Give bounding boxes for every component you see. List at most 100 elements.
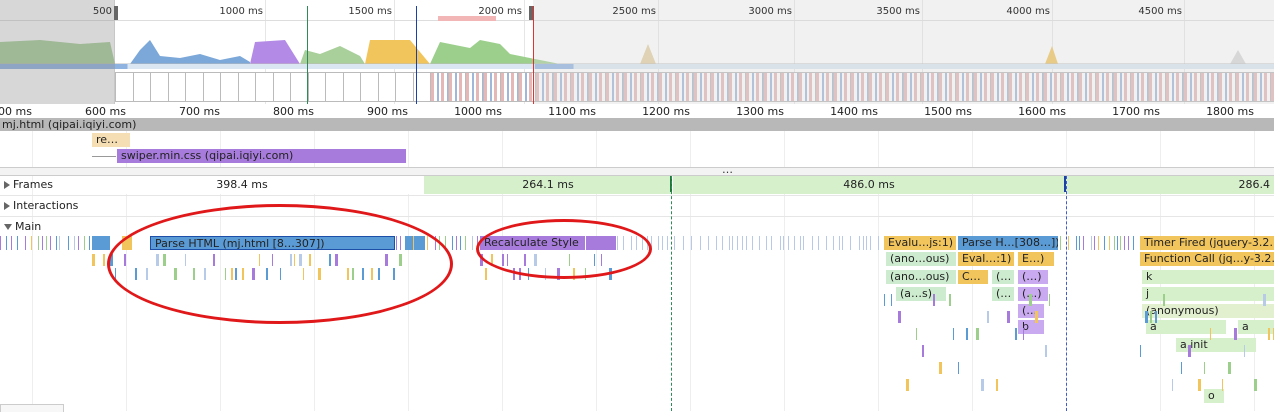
screenshot-thumbnail[interactable] (308, 72, 327, 102)
timer-fired-block[interactable]: Timer Fired (jquery-3.2… (1140, 236, 1274, 250)
screenshot-thumbnail[interactable] (343, 72, 362, 102)
ruler-tick-label: 1300 ms (714, 105, 784, 118)
ruler-tick-label: 900 ms (338, 105, 408, 118)
frame-segment[interactable]: 486.0 ms (673, 176, 1065, 194)
screenshot-thumbnail[interactable] (448, 72, 467, 102)
overview-marker-green (307, 6, 308, 104)
flame-sliver (922, 345, 924, 357)
screenshot-thumbnail[interactable] (500, 72, 519, 102)
overview-tick-label: 3000 ms (732, 6, 792, 17)
flame-sliver (452, 236, 453, 250)
overview-tick-label: 4500 ms (1122, 6, 1182, 17)
flame-sliver (866, 236, 867, 250)
screenshot-thumbnail[interactable] (133, 72, 152, 102)
flame-sliver (708, 236, 709, 250)
frame-segment[interactable]: 264.1 ms (424, 176, 672, 194)
flame-sliver (1150, 311, 1152, 323)
flame-block[interactable]: (anonymous) (1142, 304, 1274, 318)
flame-sliver (906, 379, 909, 391)
flame-block[interactable]: Eval…:1) (958, 252, 1014, 266)
ruler-gridline (784, 104, 785, 411)
flame-sliver (839, 236, 840, 250)
screenshot-thumbnail[interactable] (185, 72, 204, 102)
window-left-handle[interactable] (114, 6, 118, 20)
flame-block[interactable]: a (1146, 320, 1226, 334)
flame-block[interactable]: (…) (1018, 270, 1048, 284)
screenshot-thumbnail[interactable] (220, 72, 239, 102)
evaluate-script-block[interactable]: Evalu…js:1) (884, 236, 956, 250)
frames-track-toggle[interactable]: Frames (4, 178, 53, 191)
flame-sliver (89, 236, 90, 250)
flame-label: Parse H…[308…]) (962, 236, 1058, 249)
screenshot-thumbnail[interactable] (238, 72, 257, 102)
flame-block[interactable]: E…) (1018, 252, 1054, 266)
flame-block[interactable]: (ano…ous) (886, 252, 956, 266)
overview-tick-label: 2500 ms (596, 6, 656, 17)
expand-triangle-icon (4, 202, 10, 210)
main-track-toggle[interactable]: Main (4, 220, 41, 233)
overview-tick-label: 3500 ms (860, 6, 920, 17)
network-request-bar[interactable]: re… (92, 133, 130, 147)
screenshot-thumbnail[interactable] (273, 72, 292, 102)
screenshot-thumbnail[interactable] (360, 72, 379, 102)
screenshot-thumbnail[interactable] (150, 72, 169, 102)
flame-block[interactable]: (… (992, 287, 1014, 301)
flame-block[interactable]: (a…s) (896, 287, 946, 301)
flame-sliver (1114, 236, 1115, 250)
flame-sliver (84, 236, 85, 250)
screenshot-thumbnail[interactable] (203, 72, 222, 102)
frame-segment[interactable]: 398.4 ms (60, 176, 424, 194)
ruler-tick-label: 1600 ms (996, 105, 1066, 118)
flame-sliver (68, 236, 69, 250)
frame-duration: 264.1 ms (522, 178, 573, 191)
flame-sliver (891, 294, 892, 306)
flame-block[interactable]: C… (958, 270, 988, 284)
screenshot-thumbnail[interactable] (483, 72, 502, 102)
overview-tick-label: 2000 ms (462, 6, 522, 17)
expand-triangle-icon (4, 181, 10, 189)
interactions-track-toggle[interactable]: Interactions (4, 199, 78, 212)
flame-sliver (1155, 311, 1157, 323)
flame-sliver (766, 236, 767, 250)
annotation-ellipse (476, 219, 652, 279)
flame-sliver (966, 328, 968, 340)
flame-block[interactable]: j (1142, 287, 1274, 301)
screenshot-thumbnail[interactable] (255, 72, 274, 102)
ruler-gridline (690, 104, 691, 411)
flame-block[interactable]: k (1142, 270, 1274, 284)
screenshot-thumbnail[interactable] (430, 72, 449, 102)
ruler-tick-label: 600 ms (56, 105, 126, 118)
timeline-overview[interactable]: 5001000 ms1500 ms2000 ms2500 ms3000 ms35… (0, 0, 1274, 104)
ruler-tick-label: 1000 ms (432, 105, 502, 118)
screenshot-thumbnail[interactable] (395, 72, 414, 102)
panel-splitter[interactable]: … (0, 167, 1274, 176)
flame-sliver (1222, 379, 1223, 391)
flame-sliver (1007, 311, 1010, 323)
flame-sliver (1263, 294, 1266, 306)
flame-block[interactable]: (… (1018, 304, 1044, 318)
network-request-bar[interactable]: swiper.min.css (qipai.iqiyi.com) (117, 149, 406, 163)
flame-block[interactable]: (ano…ous) (886, 270, 956, 284)
flame-sliver (1254, 379, 1257, 391)
flame-sliver (788, 236, 789, 250)
screenshot-thumbnail[interactable] (115, 72, 134, 102)
screenshot-thumbnail[interactable] (465, 72, 484, 102)
frames-track-label: Frames (13, 178, 53, 191)
function-call-block[interactable]: Function Call (jq…y-3.2… (1140, 252, 1274, 266)
ruler-gridline (878, 104, 879, 411)
flame-block[interactable]: o (1204, 389, 1224, 403)
flame-block[interactable]: (… (992, 270, 1014, 284)
flame-sliver (485, 268, 487, 280)
screenshot-thumbnail[interactable] (325, 72, 344, 102)
flame-sliver (1228, 362, 1231, 374)
flame-sliver (716, 236, 717, 250)
frame-segment[interactable]: 286.4 (1066, 176, 1274, 194)
parse-html-block[interactable]: Parse H…[308…]) (958, 236, 1058, 250)
screenshot-thumbnail[interactable] (378, 72, 397, 102)
flame-block[interactable]: (…) (1018, 287, 1048, 301)
flame-block[interactable]: b (1018, 320, 1044, 334)
screenshot-thumbnail[interactable] (168, 72, 187, 102)
flame-block[interactable] (92, 236, 110, 250)
frame-duration: 398.4 ms (216, 178, 267, 191)
flame-label: Timer Fired (jquery-3.2… (1144, 236, 1274, 249)
